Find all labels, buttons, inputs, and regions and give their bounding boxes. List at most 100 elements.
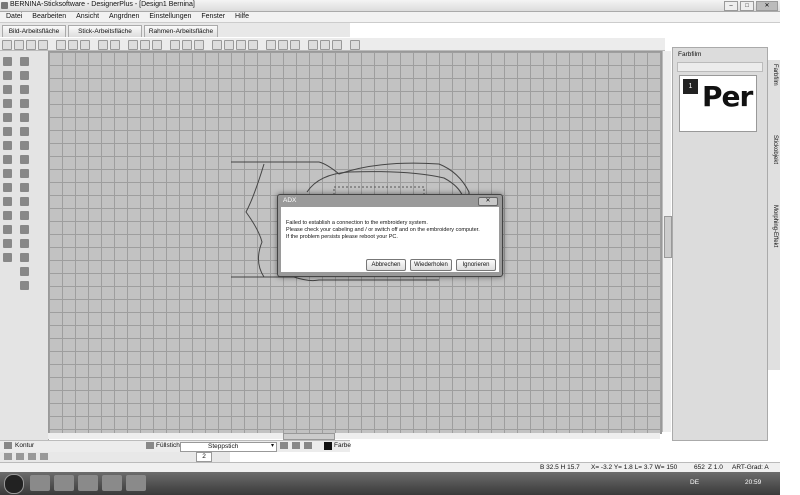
artistic-view-icon[interactable] [194,40,204,50]
checker-icon[interactable] [20,267,29,276]
print-icon[interactable] [38,40,48,50]
nav-first-icon[interactable] [4,453,12,460]
vertical-scrollbar[interactable] [662,51,672,432]
zoom-level-input[interactable]: 2 [196,452,212,462]
kontur-icon[interactable] [4,442,12,449]
dot-icon[interactable] [20,183,29,192]
flower-icon[interactable] [20,85,29,94]
pentagon-icon[interactable] [20,141,29,150]
start-button[interactable] [4,474,24,494]
save-icon[interactable] [26,40,36,50]
zoom-fit-icon[interactable] [332,40,342,50]
redo-icon[interactable] [110,40,120,50]
cut-icon[interactable] [56,40,66,50]
taskbar-bernina-icon[interactable] [126,475,146,491]
rect-tool-icon[interactable] [3,141,12,150]
cross-icon[interactable] [20,113,29,122]
lettering-tool-icon[interactable] [3,225,12,234]
new-icon[interactable] [2,40,12,50]
menu-bearbeiten[interactable]: Bearbeiten [32,12,66,22]
paste-icon[interactable] [80,40,90,50]
nav-last-icon[interactable] [40,453,48,460]
circle-icon[interactable] [20,169,29,178]
taskbar-browser-icon[interactable] [54,475,74,491]
tab-stick-arbeitsflaeche[interactable]: Stick-Arbeitsfläche [68,25,142,37]
hexagon-icon[interactable] [20,155,29,164]
color-film-thumbnail[interactable]: 1 Per [679,75,757,132]
ignorieren-button[interactable]: Ignorieren [456,259,496,271]
dice-icon[interactable] [20,281,29,290]
menu-datei[interactable]: Datei [6,12,22,22]
square-icon[interactable] [20,127,29,136]
motif-tool-icon[interactable] [3,113,12,122]
group-icon[interactable] [236,40,246,50]
blob-icon[interactable] [20,211,29,220]
side-tab-farbfilm[interactable]: Farbfilm [772,64,778,86]
menu-ansicht[interactable]: Ansicht [76,12,99,22]
ellipse-tool-icon[interactable] [20,57,29,66]
triangle-shape-icon[interactable] [20,225,29,234]
tool-c-icon[interactable] [304,442,312,449]
clock[interactable]: 20:59 [745,479,761,486]
menu-hilfe[interactable]: Hilfe [235,12,249,22]
ungroup-icon[interactable] [248,40,258,50]
undo-icon[interactable] [98,40,108,50]
star-outline-icon[interactable] [20,71,29,80]
outline-tool-icon[interactable] [3,169,12,178]
language-indicator[interactable]: DE [690,479,699,486]
wiederholen-button[interactable]: Wiederholen [410,259,452,271]
minimize-button[interactable]: – [724,1,738,11]
hoop-icon[interactable] [170,40,180,50]
tool-a-icon[interactable] [280,442,288,449]
abbrechen-button[interactable]: Abbrechen [366,259,406,271]
stitch-icon[interactable] [182,40,192,50]
taskbar-explorer-icon[interactable] [30,475,50,491]
pattern-icon[interactable] [20,99,29,108]
select-icon[interactable] [128,40,138,50]
badge-icon[interactable] [20,197,29,206]
dialog-close-icon[interactable]: ✕ [478,197,498,206]
taskbar-folder-icon[interactable] [102,475,122,491]
side-tab-morphing[interactable]: Morphing-Effekt [772,205,778,247]
applique-tool-icon[interactable] [3,211,12,220]
shape-tool-icon[interactable] [3,197,12,206]
horizontal-scrollbar[interactable] [48,433,660,440]
zoom-out-icon[interactable] [320,40,330,50]
menu-einstellungen[interactable]: Einstellungen [149,12,191,22]
grid-shape-icon[interactable] [20,253,29,262]
nav-next-icon[interactable] [28,453,36,460]
grid-icon[interactable] [152,40,162,50]
info-icon[interactable] [350,40,360,50]
copy-icon[interactable] [68,40,78,50]
close-button[interactable]: ✕ [756,1,778,11]
farbe-label[interactable]: Farbe [334,442,351,449]
triangle-tool-icon[interactable] [3,99,12,108]
fill-tool-icon[interactable] [3,155,12,164]
ring-icon[interactable] [20,239,29,248]
maximize-button[interactable]: □ [740,1,754,11]
reshape-icon[interactable] [140,40,150,50]
text-tool-icon[interactable] [3,85,12,94]
mirror-icon[interactable] [266,40,276,50]
tool-b-icon[interactable] [292,442,300,449]
rotate-icon[interactable] [278,40,288,50]
heart-tool-icon[interactable] [3,253,12,262]
satin-tool-icon[interactable] [3,183,12,192]
select-tool-icon[interactable] [3,57,12,66]
kontur-label[interactable]: Kontur [15,442,34,449]
star-tool-icon[interactable] [3,71,12,80]
measure-icon[interactable] [212,40,222,50]
zoom-in-icon[interactable] [308,40,318,50]
menu-anordnen[interactable]: Angrdnen [109,12,139,22]
side-tab-stickobjekt[interactable]: Stickobjekt [772,135,778,164]
curve-tool-icon[interactable] [3,127,12,136]
nav-prev-icon[interactable] [16,453,24,460]
tab-rahmen-arbeitsflaeche[interactable]: Rahmen-Arbeitsfläche [144,25,218,37]
arrow-tool-icon[interactable] [3,239,12,248]
taskbar-media-icon[interactable] [78,475,98,491]
stitch-type-select[interactable]: Steppstich ▾ [180,442,277,452]
menu-fenster[interactable]: Fenster [201,12,225,22]
scale-icon[interactable] [290,40,300,50]
align-icon[interactable] [224,40,234,50]
tab-bild-arbeitsflaeche[interactable]: Bild-Arbeitsfläche [2,25,66,37]
